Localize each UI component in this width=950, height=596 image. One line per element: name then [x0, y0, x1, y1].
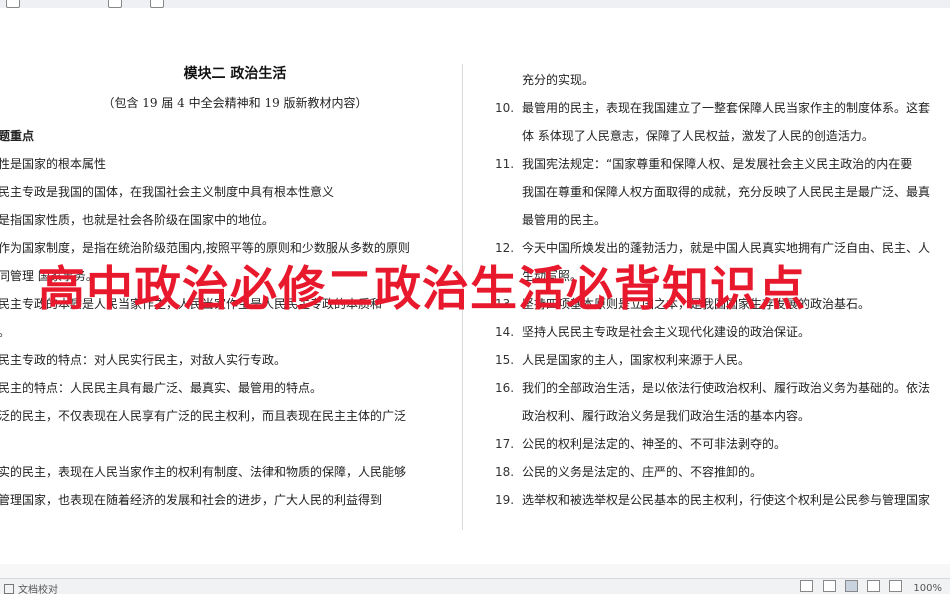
item-number: 18. — [495, 465, 515, 479]
right-text-line: 选举权和被选举权是公民基本的民主权利，行使这个权利是公民参与管理国家 — [522, 493, 931, 507]
image-icon[interactable] — [150, 0, 164, 8]
print-layout-icon[interactable] — [844, 580, 858, 592]
proofread-toggle[interactable]: 文档校对 — [4, 581, 58, 596]
zoom-level[interactable]: 100% — [913, 583, 942, 594]
item-number: 16. — [495, 381, 515, 395]
right-text-line: 最管用的民主。 — [522, 213, 607, 227]
item-number: 11. — [495, 157, 515, 171]
right-text-line: 坚持人民民主专政是社会主义现代化建设的政治保证。 — [522, 325, 811, 339]
right-text-line: 我们的全部政治生活，是以依法行使政治权利、履行政治义务为基础的。依法 — [522, 381, 931, 395]
left-text-line: 性是国家的根本属性 — [0, 157, 107, 171]
right-text-line: 我国在尊重和保障人权方面取得的成就，充分反映了人民民主是最广泛、最真 — [522, 185, 931, 199]
item-number: 19. — [495, 493, 515, 507]
right-text-line: 最管用的民主，表现在我国建立了一整套保障人民当家作主的制度体系。这套 — [522, 101, 931, 115]
right-text-line: 充分的实现。 — [522, 73, 595, 87]
right-text-line: 政治权利、履行政治义务是我们政治生活的基本内容。 — [522, 409, 811, 423]
left-text-line: 民主的特点：人民民主具有最广泛、最真实、最管用的特点。 — [0, 381, 323, 395]
document-title: 模块二 政治生活 — [183, 66, 287, 82]
item-number: 17. — [495, 437, 515, 451]
left-text-line: 实的民主，表现在人民当家作主的权利有制度、法律和物质的保障，人民能够 — [0, 465, 407, 479]
eye-icon[interactable] — [800, 580, 814, 592]
left-text-line: 民主专政是我国的国体，在我国社会主义制度中具有根本性意义 — [0, 185, 335, 199]
view-controls: 100% — [794, 580, 942, 594]
item-number: 15. — [495, 353, 515, 367]
page-view-icon[interactable] — [822, 580, 836, 592]
left-text-line: 管理国家，也表现在随着经济的发展和社会的进步，广大人民的利益得到 — [0, 493, 383, 507]
right-text-line: 今天中国所焕发出的蓬勃活力，就是中国人民真实地拥有广泛自由、民主、人 — [522, 241, 931, 255]
format-icon[interactable] — [108, 0, 122, 8]
right-text-line: 公民的权利是法定的、神圣的、不可非法剥夺的。 — [522, 437, 787, 451]
right-text-line: 人民是国家的主人，国家权利来源于人民。 — [522, 353, 751, 367]
outline-icon[interactable] — [889, 580, 903, 592]
item-number: 12. — [495, 241, 515, 255]
left-text-line: 题重点 — [0, 129, 35, 143]
overlay-title: 高中政治必修二政治生活必背知识点 — [38, 262, 806, 317]
right-text-line: 我国宪法规定：“国家尊重和保障人权、是发展社会主义民主政治的内在要 — [522, 157, 913, 171]
right-text-line: 体 系体现了人民意志，保障了人民权益，激发了人民的创造活力。 — [522, 129, 874, 143]
horizontal-scrollbar[interactable] — [0, 564, 950, 578]
left-text-line: 。 — [0, 325, 10, 339]
left-text-line: 是指国家性质，也就是社会各阶级在国家中的地位。 — [0, 213, 275, 227]
status-bar: 文档校对 100% — [0, 578, 950, 596]
document-subtitle: （包含 19 届 4 中全会精神和 19 版新教材内容） — [102, 96, 368, 110]
document-icon[interactable] — [6, 0, 20, 8]
proofread-label: 文档校对 — [18, 585, 58, 596]
right-text-line: 公民的义务是法定的、庄严的、不容推卸的。 — [522, 465, 763, 479]
left-text-line: 泛的民主，不仅表现在人民享有广泛的民主权利，而且表现在民主主体的广泛 — [0, 409, 407, 423]
left-text-line: 作为国家制度，是指在统治阶级范围内,按照平等的原则和少数服从多数的原则 — [0, 241, 410, 255]
web-layout-icon[interactable] — [867, 580, 881, 592]
item-number: 10. — [495, 101, 515, 115]
left-text-line: 民主专政的特点：对人民实行民主，对敌人实行专政。 — [0, 353, 287, 367]
item-number: 14. — [495, 325, 515, 339]
